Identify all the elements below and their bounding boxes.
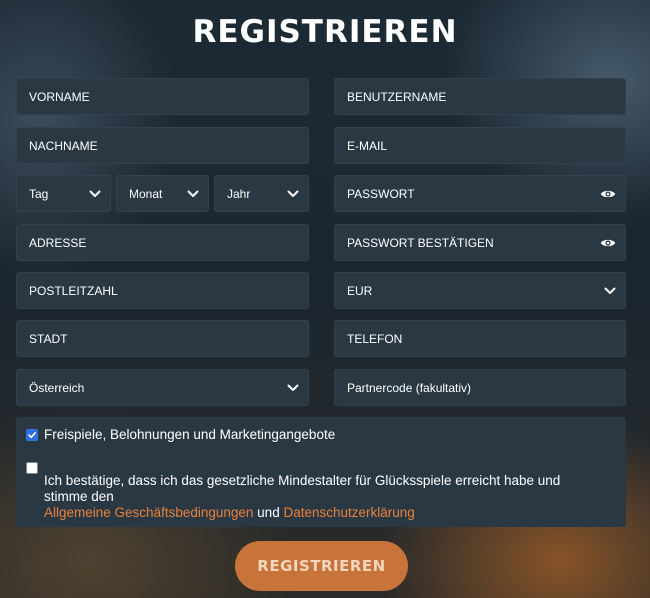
chevron-down-icon (187, 190, 199, 197)
city-field[interactable]: STADT (16, 320, 309, 357)
eye-icon[interactable] (600, 237, 616, 249)
day-select-value: Tag (29, 186, 49, 201)
password-confirm-placeholder: PASSWORT BESTÄTIGEN (347, 235, 494, 250)
checkmark-icon (28, 432, 36, 439)
postal-code-field[interactable]: POSTLEITZAHL (16, 272, 309, 309)
terms-link[interactable]: Allgemeine Geschäftsbedingungen (44, 505, 253, 520)
last-name-placeholder: NACHNAME (29, 138, 98, 153)
postal-code-placeholder: POSTLEITZAHL (29, 283, 118, 298)
username-placeholder: BENUTZERNAME (347, 89, 447, 104)
last-name-field[interactable]: NACHNAME (16, 127, 309, 164)
first-name-placeholder: VORNAME (29, 89, 90, 104)
first-name-field[interactable]: VORNAME (16, 78, 309, 115)
currency-select[interactable]: EUR (334, 272, 626, 309)
partner-code-placeholder: Partnercode (fakultativ) (347, 380, 472, 395)
password-field[interactable]: PASSWORT (334, 175, 626, 212)
marketing-checkbox[interactable] (26, 429, 38, 441)
chevron-down-icon (287, 384, 299, 391)
username-field[interactable]: BENUTZERNAME (334, 78, 626, 115)
year-select-value: Jahr (227, 186, 251, 201)
chevron-down-icon (287, 190, 299, 197)
phone-field[interactable]: TELEFON (334, 320, 626, 357)
and-text: und (257, 505, 280, 520)
password-confirm-field[interactable]: PASSWORT BESTÄTIGEN (334, 224, 626, 261)
age-confirm-text: Ich bestätige, dass ich das gesetzliche … (44, 473, 604, 521)
age-confirm-label: Ich bestätige, dass ich das gesetzliche … (44, 473, 561, 504)
chevron-down-icon (89, 190, 101, 197)
year-select[interactable]: Jahr (214, 175, 309, 212)
currency-select-value: EUR (347, 283, 373, 298)
city-placeholder: STADT (29, 331, 68, 346)
day-select[interactable]: Tag (16, 175, 111, 212)
eye-icon[interactable] (600, 188, 616, 200)
consent-panel: Freispiele, Belohnungen und Marketingang… (16, 417, 626, 527)
address-field[interactable]: ADRESSE (16, 224, 309, 261)
password-placeholder: PASSWORT (347, 186, 415, 201)
country-select[interactable]: Österreich (16, 369, 309, 406)
age-confirm-checkbox[interactable] (26, 462, 38, 474)
register-button[interactable]: REGISTRIEREN (235, 541, 408, 591)
email-field[interactable]: E-MAIL (334, 127, 626, 164)
chevron-down-icon (604, 287, 616, 294)
month-select[interactable]: Monat (116, 175, 209, 212)
marketing-label: Freispiele, Belohnungen und Marketingang… (44, 427, 336, 442)
email-placeholder: E-MAIL (347, 138, 388, 153)
privacy-link[interactable]: Datenschutzerklärung (283, 505, 414, 520)
country-select-value: Österreich (29, 380, 85, 395)
address-placeholder: ADRESSE (29, 235, 87, 250)
partner-code-field[interactable]: Partnercode (fakultativ) (334, 369, 626, 406)
page-title: REGISTRIEREN (192, 14, 458, 50)
phone-placeholder: TELEFON (347, 331, 403, 346)
month-select-value: Monat (129, 186, 163, 201)
